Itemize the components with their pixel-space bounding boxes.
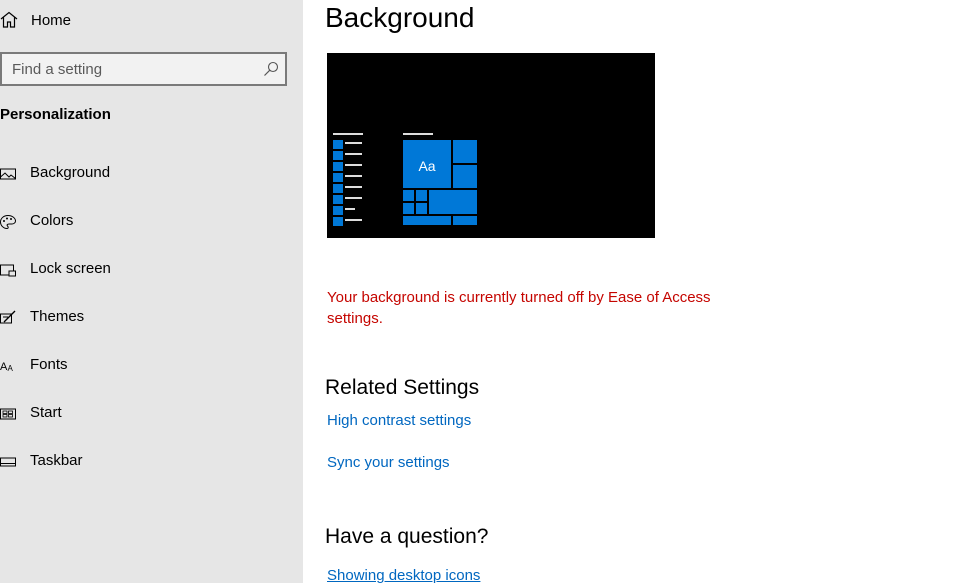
sidebar-item-start[interactable]: Start [0,396,303,432]
picture-icon [0,168,16,180]
sidebar-item-colors[interactable]: Colors [0,204,303,240]
search-box [0,52,287,86]
preview-tile-text: Aa [418,158,435,174]
home-nav-item[interactable]: Home [0,8,200,32]
section-title: Personalization [0,106,111,123]
taskbar-icon [0,457,16,467]
fonts-icon: A A [0,361,14,373]
sidebar: Home Personalization Background Colors L… [0,0,303,583]
page-title: Background [325,2,475,33]
sidebar-item-label: Taskbar [30,452,83,469]
main-content: Background Aa Your background is current… [303,0,960,584]
sidebar-item-taskbar[interactable]: Taskbar [0,444,303,480]
have-a-question-heading: Have a question? [325,525,489,548]
showing-desktop-icons-link[interactable]: Showing desktop icons [327,567,480,584]
sidebar-item-label: Colors [30,212,74,229]
lock-screen-icon [0,264,16,277]
sidebar-item-label: Background [30,164,111,181]
related-settings-heading: Related Settings [325,376,480,399]
sidebar-item-lock-screen[interactable]: Lock screen [0,252,303,288]
start-icon [0,408,16,420]
start-menu-preview: Aa [333,133,477,226]
sidebar-item-fonts[interactable]: A A Fonts [0,348,303,384]
sidebar-item-label: Fonts [30,356,68,373]
search-input[interactable] [2,54,262,84]
background-preview: Aa [327,53,655,238]
sidebar-item-label: Themes [30,308,85,325]
sidebar-item-label: Start [30,404,62,421]
home-label: Home [31,11,72,29]
sidebar-item-label: Lock screen [30,260,111,277]
palette-icon [0,214,16,230]
sync-settings-link[interactable]: Sync your settings [327,454,450,471]
home-icon [0,11,18,28]
high-contrast-settings-link[interactable]: High contrast settings [327,412,471,429]
sidebar-item-themes[interactable]: Themes [0,300,303,336]
search-icon[interactable] [263,61,279,77]
sidebar-item-background[interactable]: Background [0,156,303,192]
themes-icon [0,310,16,324]
ease-of-access-warning: Your background is currently turned off … [327,289,711,327]
svg-text:A: A [8,364,14,373]
